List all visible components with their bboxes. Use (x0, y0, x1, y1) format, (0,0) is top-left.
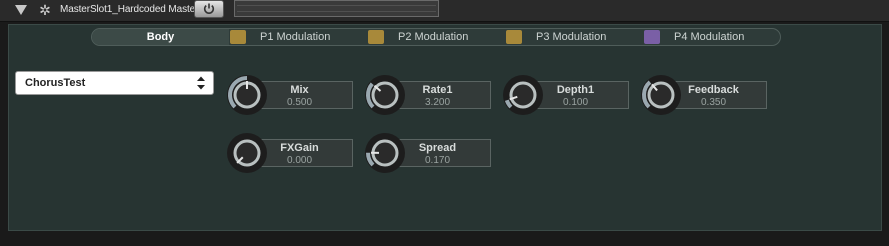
param-mix: Mix 0.500 (225, 73, 353, 117)
fx-panel (8, 24, 882, 231)
power-button[interactable] (194, 0, 224, 18)
up-down-arrows-icon (197, 76, 205, 90)
depth1-knob[interactable] (501, 73, 545, 117)
feedback-knob[interactable] (639, 73, 683, 117)
tab-p2-modulation[interactable]: P2 Modulation (368, 29, 505, 45)
param-fxgain: FXGain 0.000 (225, 131, 353, 175)
tab-p4-modulation[interactable]: P4 Modulation (644, 29, 780, 45)
param-rate1: Rate1 3.200 (363, 73, 491, 117)
param-depth1: Depth1 0.100 (501, 73, 629, 117)
slot-title: MasterSlot1_Hardcoded Master FX (60, 4, 214, 15)
tab-label: Body (146, 31, 175, 43)
preset-name: ChorusTest (25, 77, 86, 89)
gear-icon[interactable]: ✲ (38, 1, 52, 19)
p2-color-swatch (368, 30, 384, 44)
p4-color-swatch (644, 30, 660, 44)
triangle-down-icon[interactable] (15, 5, 27, 15)
preset-select[interactable]: ChorusTest (15, 71, 214, 95)
tab-label: P1 Modulation (260, 31, 331, 43)
fxgain-knob[interactable] (225, 131, 269, 175)
p1-color-swatch (230, 30, 246, 44)
p3-color-swatch (506, 30, 522, 44)
knob-cap (509, 81, 537, 109)
level-meter (234, 0, 439, 17)
spread-knob[interactable] (363, 131, 407, 175)
power-icon (203, 3, 215, 14)
tab-label: P2 Modulation (398, 31, 469, 43)
tab-p3-modulation[interactable]: P3 Modulation (506, 29, 643, 45)
param-feedback: Feedback 0.350 (639, 73, 767, 117)
rate1-knob[interactable] (363, 73, 407, 117)
tab-label: P3 Modulation (536, 31, 607, 43)
param-spread: Spread 0.170 (363, 131, 491, 175)
tab-label: P4 Modulation (674, 31, 745, 43)
top-bar: ✲ MasterSlot1_Hardcoded Master FX (0, 0, 889, 22)
footer-strip (0, 232, 889, 246)
tab-bar: Body P1 Modulation P2 Modulation P3 Modu… (91, 28, 781, 46)
tab-p1-modulation[interactable]: P1 Modulation (230, 29, 367, 45)
tab-body[interactable]: Body (92, 29, 229, 45)
mix-knob[interactable] (225, 73, 269, 117)
